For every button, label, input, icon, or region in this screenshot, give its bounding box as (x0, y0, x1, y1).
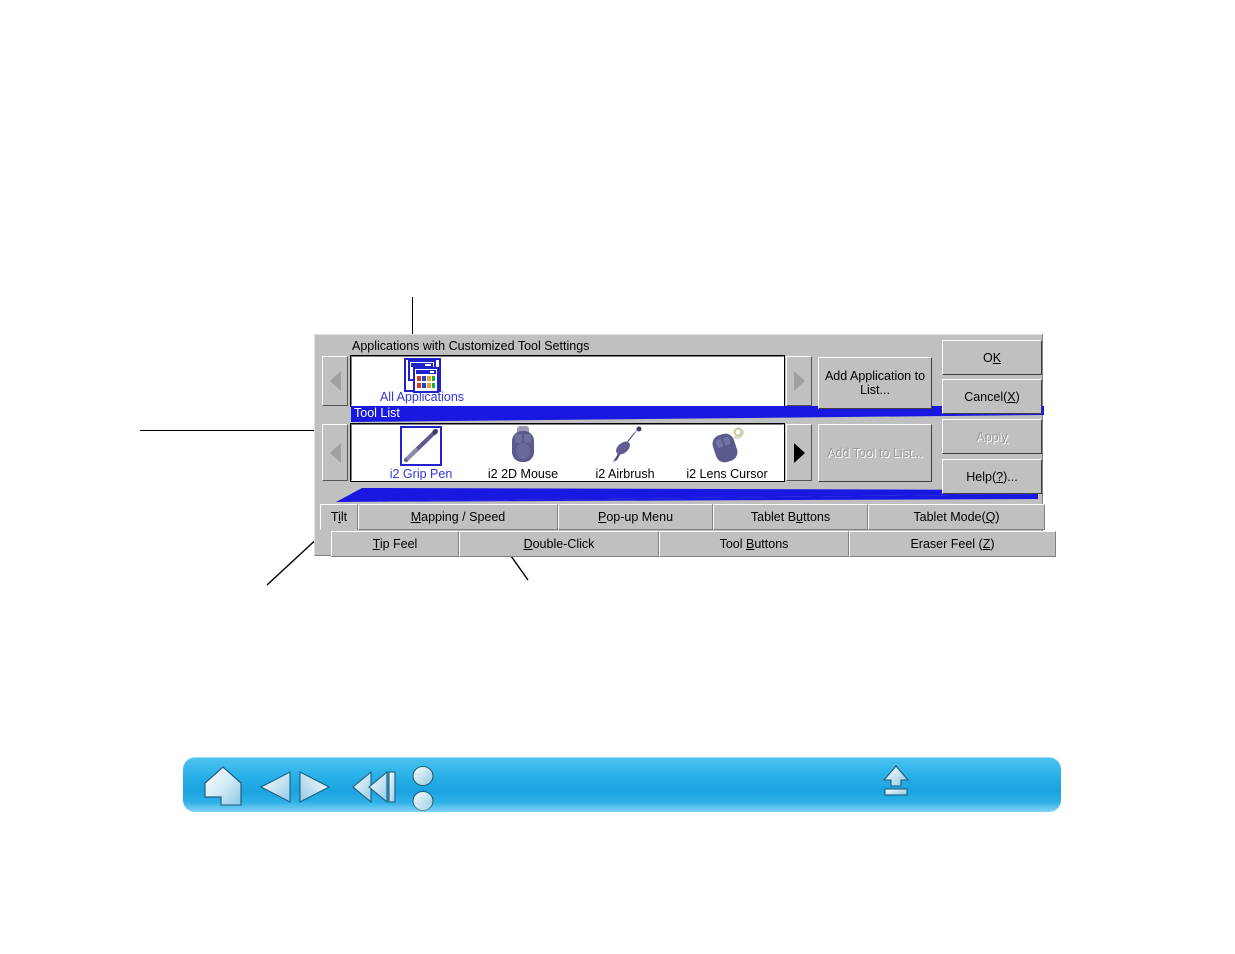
add-tool-to-list-button: Add Tool to List... (818, 424, 932, 482)
previous-page-icon[interactable] (259, 771, 293, 808)
tab-tip-feel-label: Tip Feel (372, 537, 418, 551)
tab-tablet-mode[interactable]: Tablet Mode(Q) (868, 504, 1045, 530)
chevron-left-icon (329, 371, 341, 391)
callout-line-tool-list (140, 430, 340, 432)
document-navigation-bar (183, 757, 1061, 812)
home-icon[interactable] (201, 765, 247, 812)
top-of-page-icon[interactable] (881, 764, 911, 803)
apply-label: Apply (976, 429, 1008, 444)
tab-popup-menu[interactable]: Pop-up Menu (558, 504, 713, 530)
airbrush-icon (603, 426, 647, 466)
tool-item-label: i2 Airbrush (595, 467, 655, 481)
tab-mapping-speed-label: Mapping / Speed (410, 510, 506, 524)
applications-scroll-right-button[interactable] (786, 356, 812, 406)
cancel-button[interactable]: Cancel(X) (942, 379, 1042, 414)
applications-listbox[interactable]: All Applications (350, 355, 785, 407)
tab-tool-buttons-label: Tool Buttons (719, 537, 789, 551)
tool-item-airbrush[interactable]: i2 Airbrush (568, 426, 682, 481)
page-root: Applications with Customized Tool Settin… (0, 0, 1235, 954)
tab-row-secondary: Tip Feel Double-Click Tool Buttons Erase… (331, 531, 1056, 557)
go-back-icon[interactable] (351, 770, 399, 808)
tab-mapping-speed[interactable]: Mapping / Speed (358, 504, 558, 530)
application-windows-icon (403, 358, 441, 393)
tablet-properties-dialog: Applications with Customized Tool Settin… (314, 334, 1056, 557)
ok-button[interactable]: OK (942, 340, 1042, 375)
tab-popup-menu-label: Pop-up Menu (597, 510, 674, 524)
page-down-dot-icon[interactable] (411, 790, 435, 812)
page-up-dot-icon[interactable] (411, 765, 435, 792)
lens-cursor-icon (705, 426, 749, 466)
tab-tablet-buttons[interactable]: Tablet Buttons (713, 504, 868, 530)
tools-scroll-right-button[interactable] (786, 424, 812, 481)
chevron-right-icon (793, 371, 805, 391)
chevron-right-icon (793, 442, 805, 463)
tab-tilt[interactable]: Tilt (320, 504, 358, 530)
tab-tip-feel[interactable]: Tip Feel (331, 531, 459, 557)
tool-item-2d-mouse[interactable]: i2 2D Mouse (466, 426, 580, 481)
applications-group-label: Applications with Customized Tool Settin… (352, 339, 590, 353)
tool-item-label: i2 Lens Cursor (686, 467, 768, 481)
add-application-to-list-label: Add Application to List... (824, 369, 926, 397)
grip-pen-icon (400, 426, 442, 466)
help-button[interactable]: Help(?)... (942, 459, 1042, 494)
tool-item-grip-pen[interactable]: i2 Grip Pen (364, 426, 478, 481)
bottom-accent-wedge (322, 488, 1038, 502)
tools-scroll-left-button[interactable] (322, 424, 348, 481)
tab-tablet-buttons-label: Tablet Buttons (750, 510, 831, 524)
add-tool-to-list-label: Add Tool to List... (827, 446, 923, 460)
tab-tool-buttons[interactable]: Tool Buttons (659, 531, 849, 557)
tab-eraser-feel[interactable]: Eraser Feel (Z) (849, 531, 1056, 557)
applications-scroll-left-button[interactable] (322, 356, 348, 406)
chevron-left-icon (329, 442, 341, 463)
application-item[interactable]: All Applications (374, 358, 470, 404)
apply-button: Apply (942, 419, 1042, 454)
next-page-icon[interactable] (297, 771, 331, 808)
tools-listbox[interactable]: i2 Grip Pen i2 2D Mouse i2 Airbrush i2 L… (350, 423, 785, 482)
cancel-label: Cancel(X) (964, 389, 1020, 404)
add-application-to-list-button[interactable]: Add Application to List... (818, 357, 932, 409)
tab-tablet-mode-label: Tablet Mode(Q) (913, 510, 1000, 524)
help-label: Help(?)... (966, 469, 1018, 484)
tool-item-label: i2 Grip Pen (389, 467, 453, 481)
tab-tilt-label: Tilt (330, 510, 348, 524)
2d-mouse-icon (501, 426, 545, 466)
ok-label: OK (982, 350, 1002, 365)
tool-list-label: Tool List (354, 406, 400, 420)
tab-double-click[interactable]: Double-Click (459, 531, 659, 557)
tab-row-primary: Tilt Mapping / Speed Pop-up Menu Tablet … (320, 504, 1045, 530)
tab-eraser-feel-label: Eraser Feel (Z) (910, 537, 995, 551)
tab-double-click-label: Double-Click (523, 537, 595, 551)
tool-item-label: i2 2D Mouse (487, 467, 559, 481)
tool-item-lens-cursor[interactable]: i2 Lens Cursor (670, 426, 783, 481)
